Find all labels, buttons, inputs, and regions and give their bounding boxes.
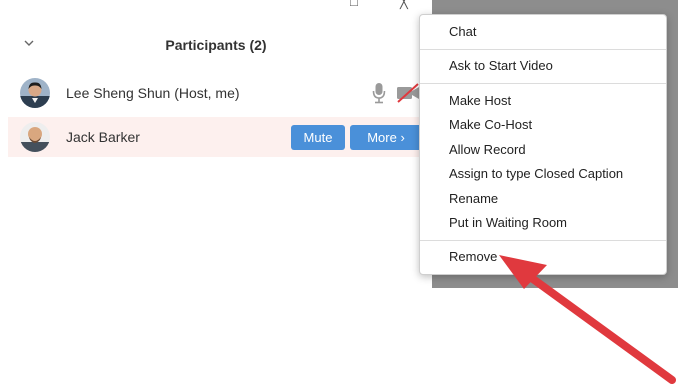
annotation-arrow [499, 255, 676, 384]
